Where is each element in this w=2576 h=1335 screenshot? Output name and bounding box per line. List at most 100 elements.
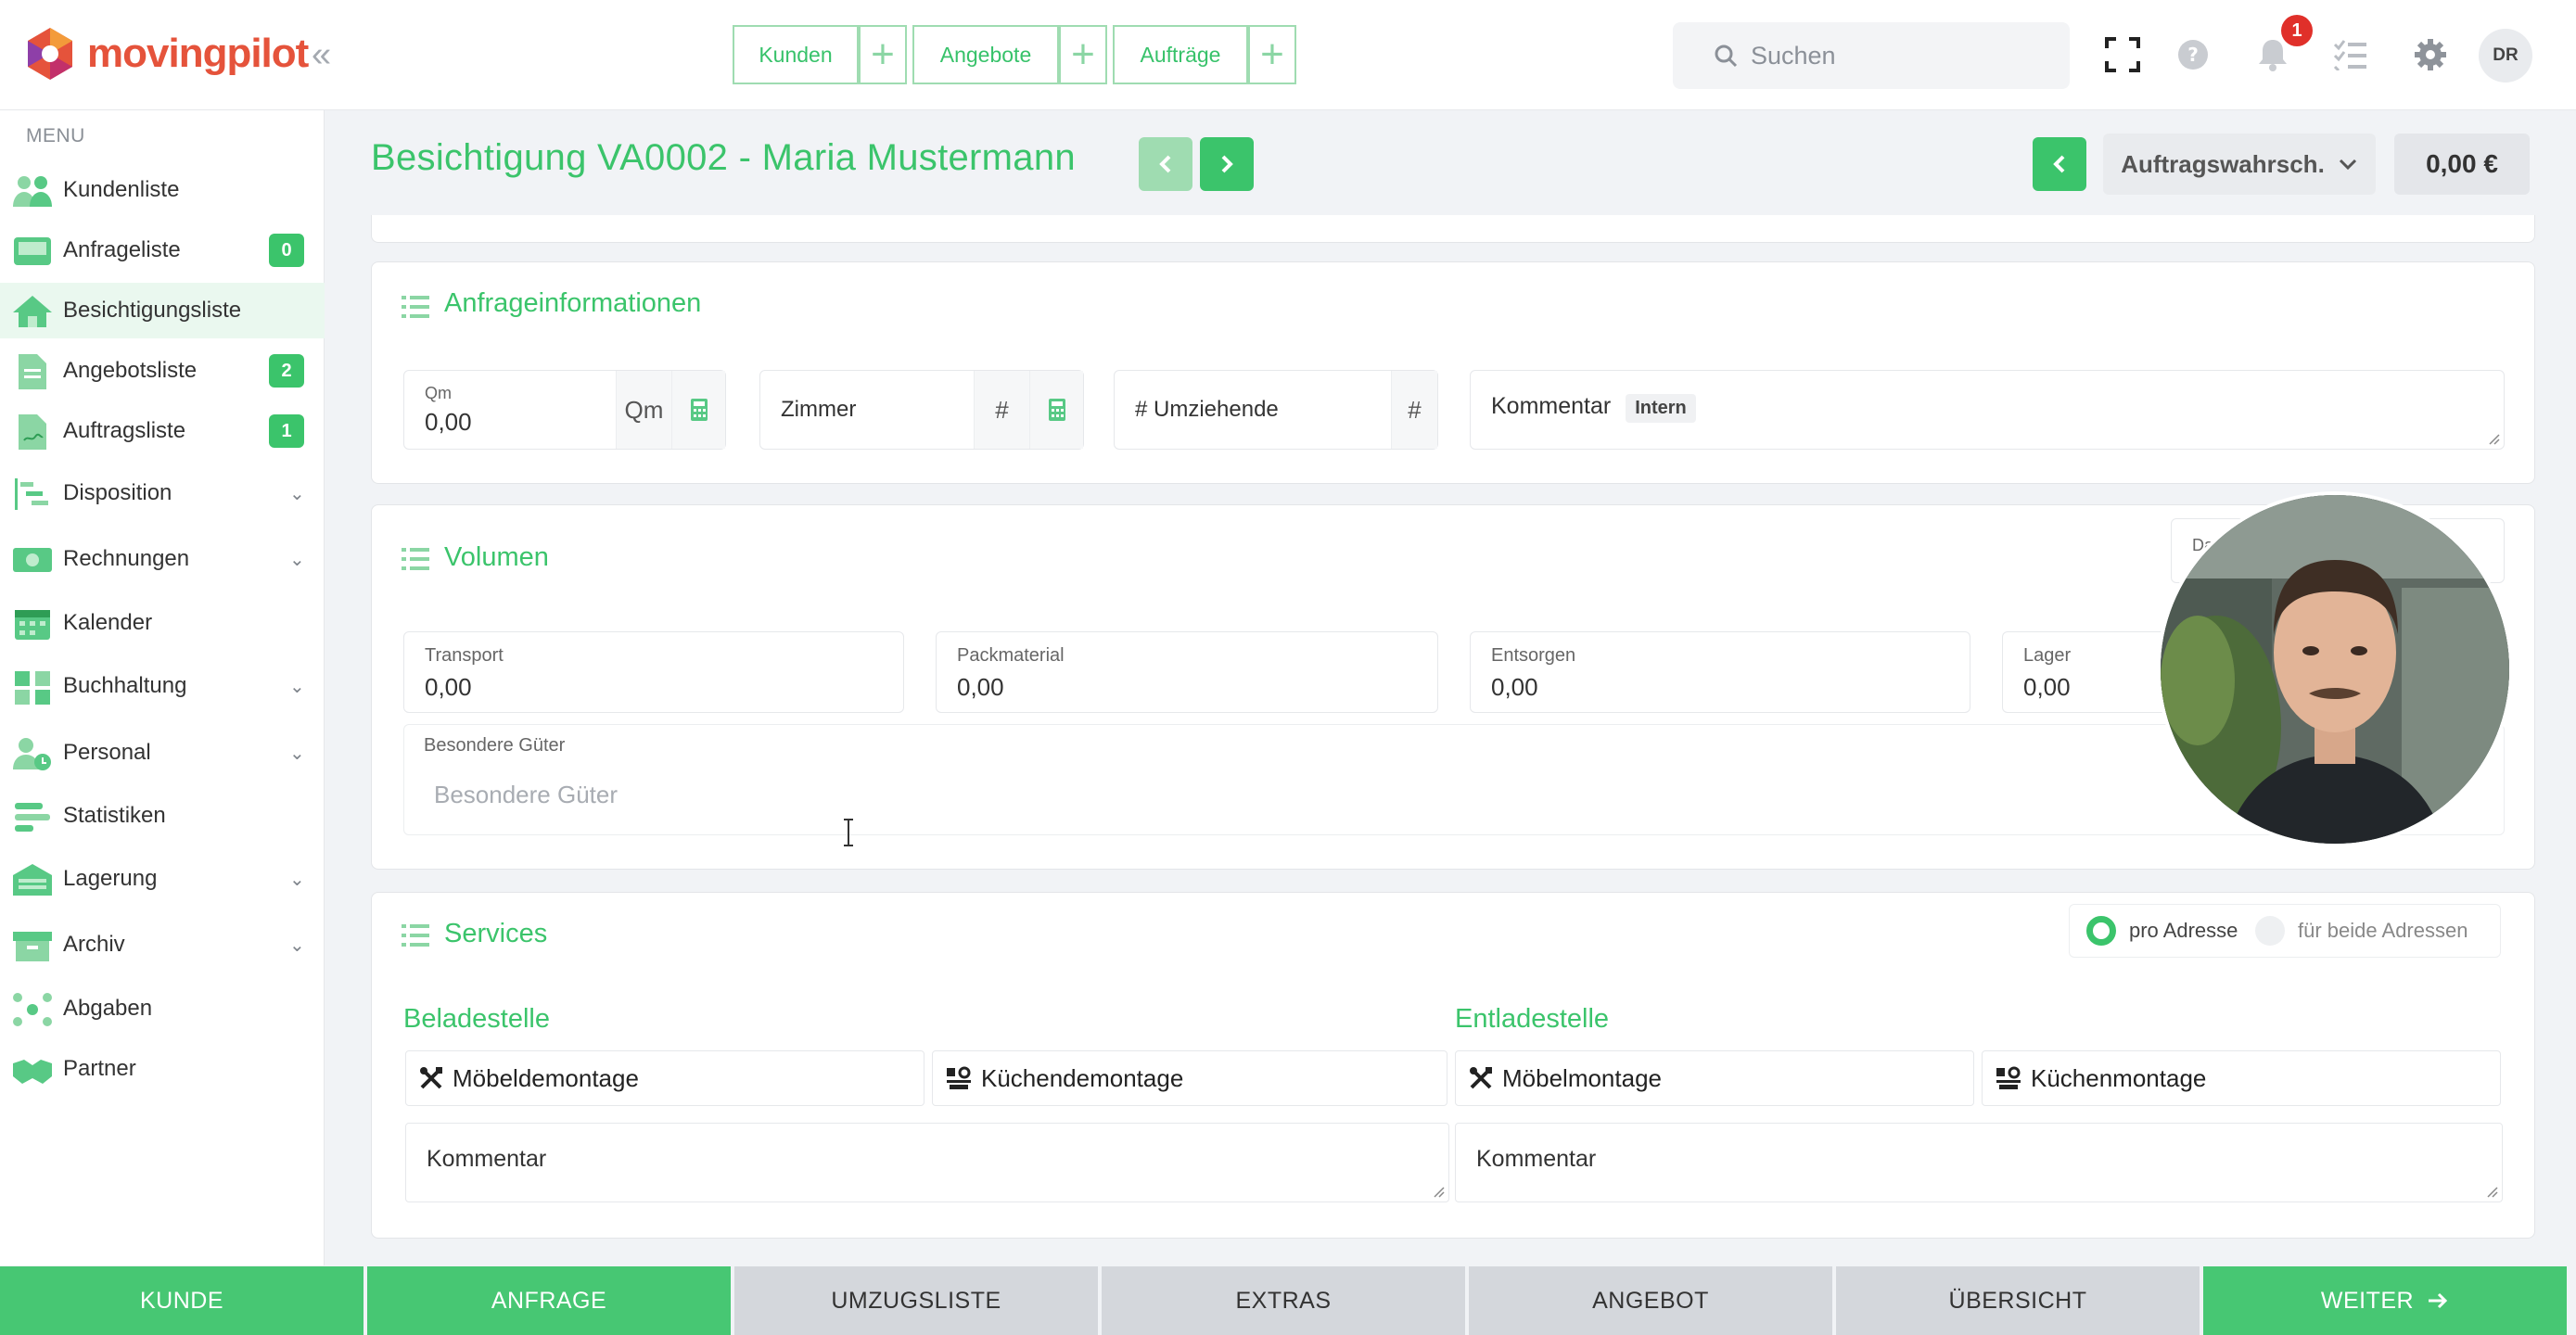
sidebar-item-partner[interactable]: Partner [0, 1041, 325, 1097]
fullscreen-icon[interactable] [2101, 33, 2144, 76]
chevron-down-icon[interactable]: ⌄ [289, 548, 305, 571]
entsorgen-field[interactable]: Entsorgen 0,00 [1470, 631, 1970, 713]
sidebar-item-abgaben[interactable]: Abgaben [0, 981, 325, 1036]
avatar[interactable]: DR [2479, 29, 2532, 83]
sidebar-item-auftragsliste[interactable]: Auftragsliste 1 [0, 403, 325, 459]
chevron-down-icon[interactable]: ⌄ [289, 742, 305, 765]
step-extras[interactable]: EXTRAS [1102, 1266, 1465, 1335]
sidebar-item-buchhaltung[interactable]: Buchhaltung ⌄ [0, 658, 325, 714]
list-icon [402, 548, 429, 570]
comment-field[interactable]: Kommentar Intern [1470, 370, 2505, 450]
step-label: ANFRAGE [491, 1287, 607, 1314]
kitchen-disassembly-button[interactable]: Küchendemontage [932, 1050, 1447, 1106]
furniture-disassembly-label: Möbeldemontage [453, 1063, 639, 1092]
kitchen-assembly-button[interactable]: Küchenmontage [1982, 1050, 2501, 1106]
sidebar-item-personal[interactable]: Personal ⌄ [0, 725, 325, 781]
previous-record-button[interactable] [1139, 137, 1192, 191]
add-angebot-button[interactable]: + [1059, 25, 1107, 84]
sidebar-item-rechnungen[interactable]: Rechnungen ⌄ [0, 531, 325, 587]
quick-kunden-label: Kunden [759, 42, 833, 67]
next-record-button[interactable] [1200, 137, 1254, 191]
loading-comment-label: Kommentar [427, 1146, 547, 1172]
step-anfrage[interactable]: ANFRAGE [367, 1266, 731, 1335]
resize-handle-icon[interactable] [2487, 432, 2500, 445]
app-logo[interactable]: movingpilot [24, 26, 309, 82]
radio-per-address[interactable]: pro Adresse [2086, 916, 2238, 946]
kitchen-icon [947, 1066, 971, 1089]
loading-comment-textarea[interactable]: Kommentar [405, 1123, 1449, 1202]
packmaterial-field[interactable]: Packmaterial 0,00 [936, 631, 1438, 713]
sidebar-item-kundenliste[interactable]: Kundenliste [0, 162, 325, 218]
sidebar-item-disposition[interactable]: Disposition ⌄ [0, 465, 325, 521]
statistics-icon [15, 803, 50, 832]
sidebar-item-angebotsliste[interactable]: Angebotsliste 2 [0, 343, 325, 399]
contract-icon [19, 414, 46, 450]
resize-handle-icon[interactable] [2485, 1185, 2498, 1198]
collapse-sidebar-icon[interactable]: « [312, 35, 331, 75]
unloading-comment-textarea[interactable]: Kommentar [1455, 1123, 2503, 1202]
gear-icon[interactable] [2409, 33, 2452, 76]
calculator-icon [15, 671, 50, 705]
quick-auftraege-button[interactable]: Aufträge [1113, 25, 1248, 84]
sidebar-item-statistiken[interactable]: Statistiken [0, 788, 325, 844]
sidebar-item-kalender[interactable]: Kalender [0, 595, 325, 651]
calculator-icon[interactable] [1029, 371, 1083, 449]
help-icon[interactable]: ? [2172, 33, 2214, 76]
quick-angebote-button[interactable]: Angebote [912, 25, 1059, 84]
unloading-comment-label: Kommentar [1476, 1146, 1597, 1172]
comment-label: Kommentar Intern [1491, 393, 1696, 423]
price-total: 0,00 € [2394, 134, 2530, 195]
services-card: Services pro Adresse für beide Adressen … [371, 892, 2535, 1239]
add-kunde-button[interactable]: + [859, 25, 907, 84]
movers-field[interactable]: # Umziehende # [1114, 370, 1438, 450]
furniture-disassembly-button[interactable]: Möbeldemontage [405, 1050, 925, 1106]
step-kunde[interactable]: KUNDE [0, 1266, 363, 1335]
inbox-icon [14, 237, 51, 265]
sidebar-item-lagerung[interactable]: Lagerung ⌄ [0, 851, 325, 907]
transport-field[interactable]: Transport 0,00 [403, 631, 904, 713]
sidebar-item-label: Anfrageliste [63, 237, 181, 262]
furniture-assembly-button[interactable]: Möbelmontage [1455, 1050, 1974, 1106]
step-weiter[interactable]: WEITER [2203, 1266, 2567, 1335]
qm-field[interactable]: Qm 0,00 Qm [403, 370, 726, 450]
step-label: EXTRAS [1235, 1287, 1332, 1314]
step-angebot[interactable]: ANGEBOT [1469, 1266, 1832, 1335]
gantt-icon [15, 478, 48, 510]
house-icon [13, 296, 52, 327]
chevron-down-icon[interactable]: ⌄ [289, 675, 305, 698]
intern-badge: Intern [1626, 394, 1696, 423]
calculator-icon[interactable] [671, 371, 725, 449]
document-icon [19, 354, 46, 389]
top-bar: movingpilot « Kunden + Angebote + Aufträ… [0, 0, 2576, 110]
step-übersicht[interactable]: ÜBERSICHT [1836, 1266, 2200, 1335]
count-badge: 0 [269, 234, 304, 267]
quick-angebote-label: Angebote [939, 42, 1032, 67]
back-button[interactable] [2033, 137, 2086, 191]
entsorgen-value: 0,00 [1491, 673, 1538, 701]
loading-title: Beladestelle [403, 1004, 550, 1034]
chevron-down-icon[interactable]: ⌄ [289, 934, 305, 957]
add-auftrag-button[interactable]: + [1248, 25, 1296, 84]
money-icon [13, 548, 52, 572]
chevron-down-icon[interactable]: ⌄ [289, 482, 305, 505]
sidebar-item-besichtigungsliste[interactable]: Besichtigungsliste [0, 283, 325, 338]
sidebar-item-label: Disposition [63, 480, 172, 505]
quick-kunden-button[interactable]: Kunden [733, 25, 859, 84]
step-umzugsliste[interactable]: UMZUGSLISTE [734, 1266, 1098, 1335]
radio-both-addresses[interactable]: für beide Adressen [2255, 916, 2468, 946]
kitchen-icon [1996, 1066, 2021, 1089]
chevron-left-icon [2053, 155, 2065, 173]
sidebar-item-archiv[interactable]: Archiv ⌄ [0, 917, 325, 973]
probability-select[interactable]: Auftragswahrsch. [2103, 134, 2376, 195]
resize-handle-icon[interactable] [1432, 1185, 1445, 1198]
search-input[interactable]: Suchen [1673, 22, 2070, 89]
qm-unit: Qm [616, 371, 671, 449]
sidebar-item-label: Statistiken [63, 803, 166, 828]
wizard-steps: KUNDE ANFRAGE UMZUGSLISTE EXTRAS ANGEBOT ÜBER… [0, 1266, 2576, 1335]
rooms-field[interactable]: Zimmer # [759, 370, 1084, 450]
app-name: movingpilot [87, 31, 309, 76]
tasks-icon[interactable] [2329, 33, 2372, 76]
sidebar-item-anfrageliste[interactable]: Anfrageliste 0 [0, 222, 325, 278]
chevron-down-icon[interactable]: ⌄ [289, 868, 305, 891]
radio-per-address-label: pro Adresse [2129, 919, 2238, 942]
